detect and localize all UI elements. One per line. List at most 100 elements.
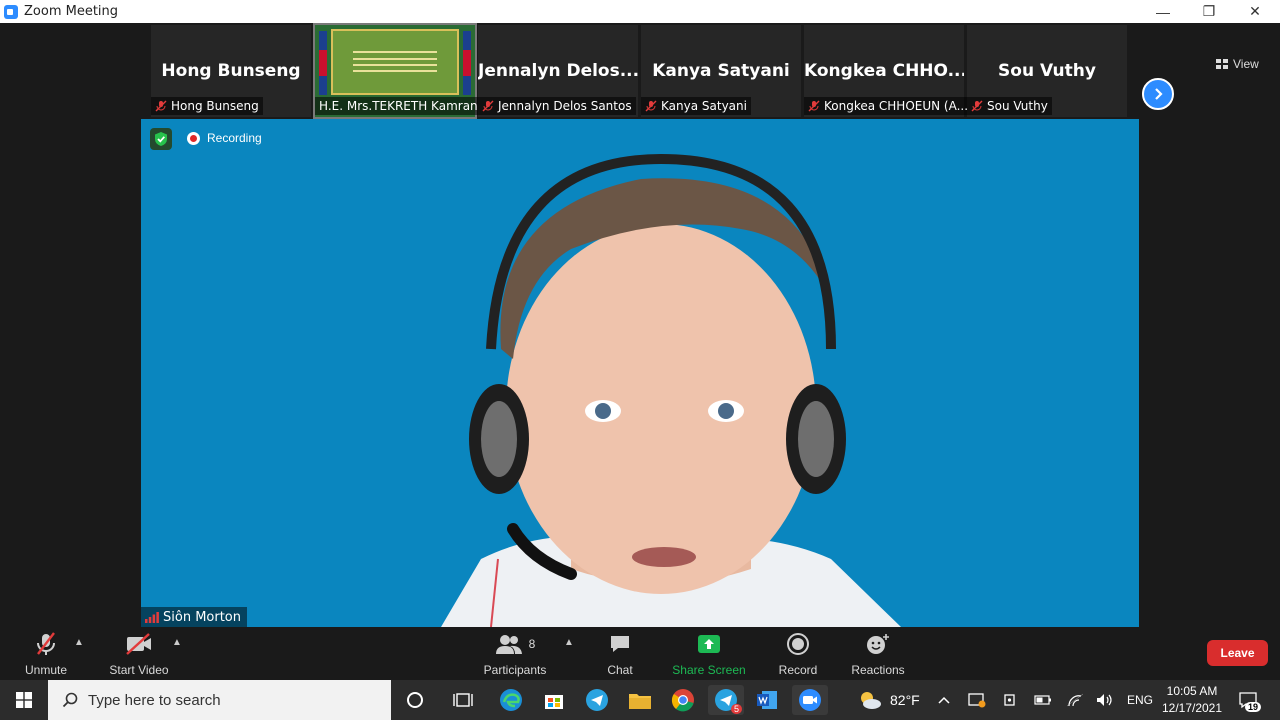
clock-time: 10:05 AM bbox=[1166, 684, 1218, 698]
zoom-icon bbox=[799, 689, 821, 711]
security-shield-icon[interactable] bbox=[150, 128, 172, 150]
leave-button[interactable]: Leave bbox=[1207, 640, 1268, 666]
active-speaker-video[interactable]: Recording Siôn Morton bbox=[141, 119, 1139, 627]
participant-tile[interactable]: Sou Vuthy Sou Vuthy bbox=[967, 25, 1127, 117]
battery-indicator[interactable] bbox=[1034, 680, 1052, 720]
store-icon bbox=[545, 695, 563, 709]
participant-display-name: Sou Vuthy bbox=[998, 61, 1096, 81]
unmute-button[interactable]: Unmute bbox=[22, 631, 70, 677]
flag-left bbox=[319, 31, 327, 95]
participant-tile-video[interactable]: H.E. Mrs.TEKRETH Kamran... bbox=[313, 23, 494, 119]
chrome-taskbar-button[interactable] bbox=[668, 685, 698, 715]
participant-display-name: Hong Bunseng bbox=[161, 61, 301, 81]
cortana-button[interactable] bbox=[400, 685, 430, 715]
edge-icon bbox=[500, 689, 522, 711]
battery-icon bbox=[1034, 695, 1051, 705]
participants-count: 8 bbox=[528, 637, 536, 651]
participant-display-name: Kongkea CHHO... bbox=[804, 61, 964, 81]
participant-tile[interactable]: Kongkea CHHO... Kongkea CHHOEUN (A... bbox=[804, 25, 973, 117]
muted-mic-icon bbox=[645, 100, 657, 112]
participants-options-caret-icon[interactable]: ▲ bbox=[564, 637, 574, 648]
record-dot-icon bbox=[187, 131, 200, 145]
input-language[interactable]: ENG bbox=[1127, 680, 1153, 720]
start-video-button[interactable]: Start Video bbox=[106, 631, 172, 677]
participant-display-name: Kanya Satyani bbox=[652, 61, 790, 81]
record-icon bbox=[787, 633, 809, 655]
view-button[interactable]: View bbox=[1216, 54, 1259, 74]
grid-view-icon bbox=[1216, 59, 1228, 69]
taskbar-search-box[interactable]: Type here to search bbox=[48, 680, 391, 720]
video-off-icon bbox=[126, 633, 151, 655]
chrome-icon bbox=[671, 689, 694, 712]
muted-mic-icon bbox=[37, 632, 55, 655]
telegram-icon bbox=[586, 689, 608, 711]
meet-now-icon bbox=[1004, 694, 1015, 706]
meet-now-button[interactable] bbox=[1002, 680, 1018, 720]
recording-indicator[interactable]: Recording bbox=[187, 131, 262, 145]
record-button[interactable]: Record bbox=[778, 631, 818, 677]
tray-app-icon bbox=[968, 693, 986, 708]
share-screen-icon bbox=[698, 635, 720, 653]
chevron-right-icon bbox=[1155, 88, 1163, 100]
participant-name-tag: Kongkea CHHOEUN (A... bbox=[804, 97, 973, 115]
virtual-meeting-banner bbox=[331, 29, 459, 95]
telegram-taskbar-button[interactable] bbox=[582, 685, 612, 715]
participant-name-tag: Kanya Satyani bbox=[641, 97, 751, 115]
participant-tile[interactable]: Hong Bunseng Hong Bunseng bbox=[151, 25, 311, 117]
muted-mic-icon bbox=[155, 100, 167, 112]
store-taskbar-button[interactable] bbox=[539, 685, 569, 715]
word-icon bbox=[757, 691, 777, 709]
weather-widget[interactable]: 82°F bbox=[858, 680, 920, 720]
windows-logo-icon bbox=[16, 692, 32, 708]
file-explorer-taskbar-button[interactable] bbox=[625, 685, 655, 715]
close-button[interactable]: ✕ bbox=[1232, 0, 1278, 23]
minimize-button[interactable]: — bbox=[1140, 0, 1186, 23]
participant-name-tag: Sou Vuthy bbox=[967, 97, 1052, 115]
volume-control[interactable] bbox=[1096, 680, 1114, 720]
wifi-icon bbox=[1066, 693, 1084, 707]
task-view-button[interactable] bbox=[448, 685, 478, 715]
participant-name-tag: H.E. Mrs.TEKRETH Kamran... bbox=[315, 97, 494, 115]
chat-button[interactable]: Chat bbox=[604, 631, 636, 677]
word-taskbar-button[interactable] bbox=[752, 685, 782, 715]
system-clock[interactable]: 10:05 AM 12/17/2021 bbox=[1158, 683, 1226, 717]
task-view-icon bbox=[453, 693, 473, 707]
folder-icon bbox=[629, 694, 651, 709]
meeting-controls: Unmute ▲ Start Video ▲ 8 Participants ▲ … bbox=[0, 627, 1280, 680]
partly-cloudy-icon bbox=[861, 692, 881, 709]
participant-name-tag: Jennalyn Delos Santos bbox=[478, 97, 636, 115]
zoom-taskbar-button[interactable] bbox=[792, 685, 828, 715]
clock-date: 12/17/2021 bbox=[1161, 701, 1223, 715]
maximize-button[interactable]: ❐ bbox=[1186, 0, 1232, 23]
reactions-button[interactable]: Reactions bbox=[850, 631, 906, 677]
title-bar: Zoom Meeting — ❐ ✕ bbox=[0, 0, 1280, 23]
participants-button[interactable]: 8 Participants bbox=[482, 631, 548, 677]
next-page-button[interactable] bbox=[1142, 78, 1174, 110]
action-center-button[interactable]: 19 bbox=[1238, 680, 1262, 720]
audio-options-caret-icon[interactable]: ▲ bbox=[74, 637, 84, 648]
start-button[interactable] bbox=[0, 680, 48, 720]
show-hidden-icons-button[interactable] bbox=[938, 680, 950, 720]
telegram-taskbar-button-active[interactable]: 5 bbox=[708, 685, 744, 715]
weather-temperature: 82°F bbox=[890, 692, 920, 708]
speaker-volume-icon bbox=[1097, 694, 1112, 706]
tray-app-button[interactable] bbox=[968, 680, 986, 720]
search-icon bbox=[62, 692, 78, 708]
muted-mic-icon bbox=[971, 100, 983, 112]
chat-icon bbox=[611, 636, 629, 652]
edge-taskbar-button[interactable] bbox=[496, 685, 526, 715]
chevron-up-icon bbox=[938, 696, 950, 704]
connection-bars-icon bbox=[145, 612, 159, 623]
reactions-icon bbox=[867, 634, 889, 654]
participant-tile[interactable]: Kanya Satyani Kanya Satyani bbox=[641, 25, 801, 117]
network-indicator[interactable] bbox=[1066, 680, 1084, 720]
cortana-circle-icon bbox=[407, 692, 423, 708]
participants-icon bbox=[495, 635, 522, 654]
participant-display-name: Jennalyn Delos... bbox=[478, 61, 638, 81]
video-options-caret-icon[interactable]: ▲ bbox=[172, 637, 182, 648]
muted-mic-icon bbox=[482, 100, 494, 112]
share-screen-button[interactable]: Share Screen bbox=[672, 631, 746, 677]
participant-tile[interactable]: Jennalyn Delos... Jennalyn Delos Santos bbox=[478, 25, 638, 117]
windows-taskbar: Type here to search 5 82°F ENG 10:05 AM … bbox=[0, 680, 1280, 720]
notification-count-badge: 19 bbox=[1245, 702, 1262, 712]
